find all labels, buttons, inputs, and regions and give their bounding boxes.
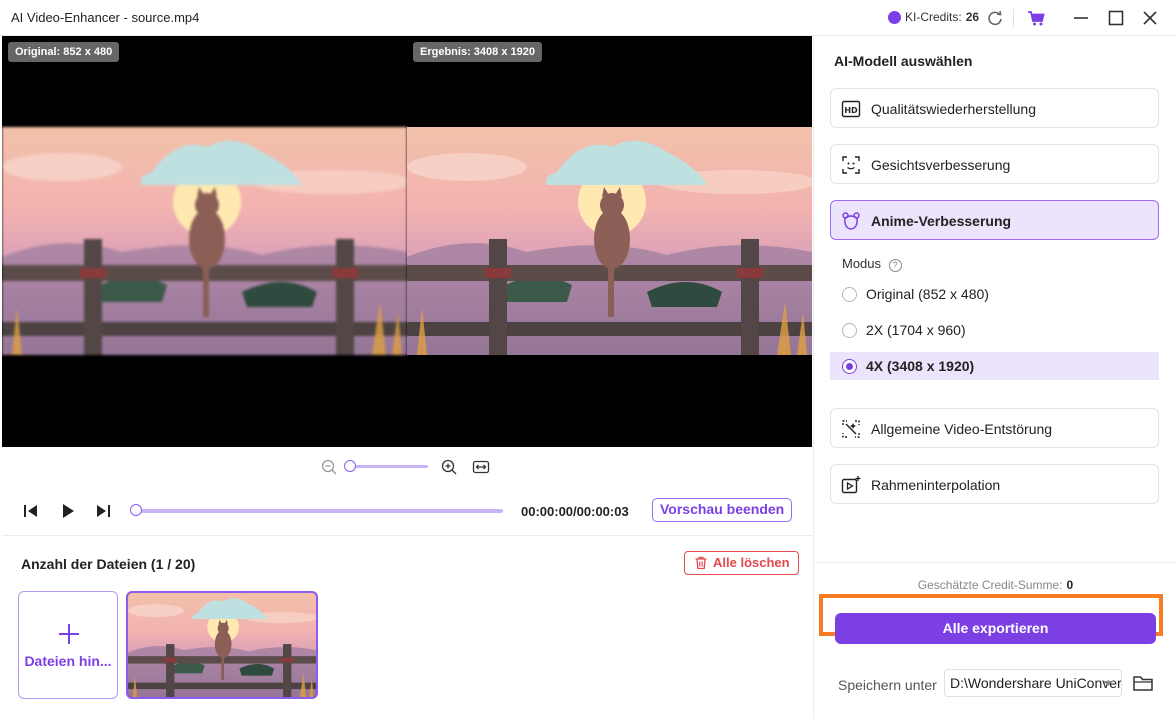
previous-frame-icon[interactable]	[21, 501, 41, 521]
mode-option-4x[interactable]: 4X (3408 x 1920)	[830, 352, 1159, 380]
model-quality-restoration[interactable]: HD Qualitätswiederherstellung	[830, 88, 1159, 128]
section-divider	[2, 535, 812, 536]
panel-title: AI-Modell auswählen	[834, 53, 973, 69]
next-frame-icon[interactable]	[93, 501, 113, 521]
add-files-label: Dateien hin...	[24, 653, 112, 669]
model-frame-interpolation[interactable]: Rahmeninterpolation	[830, 464, 1159, 504]
mode-option-label: 4X (3408 x 1920)	[866, 358, 975, 374]
stop-preview-button[interactable]: Vorschau beenden	[652, 498, 793, 522]
credit-sum-label: Geschätzte Credit-Summe:	[917, 578, 1063, 592]
fit-width-icon[interactable]	[472, 458, 490, 476]
chevron-down-icon	[1103, 681, 1113, 686]
mode-option-label: Original (852 x 480)	[866, 286, 989, 302]
model-label: Anime-Verbesserung	[871, 213, 1012, 229]
enhanced-frame	[407, 127, 812, 355]
model-label: Qualitätswiederherstellung	[871, 101, 1036, 117]
playback-time: 00:00:00/00:00:03	[521, 504, 629, 519]
save-location-select[interactable]: D:\Wondershare UniConverter	[944, 669, 1122, 697]
credit-sum-value: 0	[1066, 578, 1074, 592]
close-icon[interactable]	[1140, 8, 1160, 28]
mode-options: Modus ? Original (852 x 480) 2X (1704 x …	[830, 240, 1159, 392]
credits-value: 26	[965, 10, 980, 24]
credit-gem-icon	[888, 10, 901, 24]
zoom-out-icon[interactable]	[320, 458, 338, 476]
plus-icon	[59, 624, 79, 644]
zoom-controls	[320, 457, 500, 477]
anime-bear-icon	[842, 212, 860, 230]
cart-icon[interactable]	[1026, 8, 1046, 28]
mode-label-text: Modus	[842, 256, 882, 271]
clear-all-label: Alle löschen	[713, 555, 790, 570]
model-video-denoise[interactable]: Allgemeine Video-Entstörung	[830, 408, 1159, 448]
player-controls: 00:00:00/00:00:03 Vorschau beenden	[0, 498, 812, 524]
playback-progress-bar[interactable]	[136, 509, 503, 513]
play-icon[interactable]	[58, 501, 78, 521]
save-location-label: Speichern unter	[838, 677, 937, 693]
maximize-icon[interactable]	[1106, 8, 1126, 28]
mode-option-2x[interactable]: 2X (1704 x 960)	[830, 316, 1159, 344]
face-scan-icon	[842, 156, 860, 174]
model-face-enhancement[interactable]: Gesichtsverbesserung	[830, 144, 1159, 184]
title-separator	[1013, 9, 1014, 27]
video-preview[interactable]: Original: 852 x 480 Ergebnis: 3408 x 192…	[2, 36, 812, 447]
refresh-icon[interactable]	[985, 8, 1005, 28]
radio-button[interactable]	[842, 323, 857, 338]
title-bar: AI Video-Enhancer - source.mp4 KI-Credit…	[0, 0, 1176, 36]
mode-label: Modus ?	[842, 256, 902, 272]
export-all-button[interactable]: Alle exportieren	[835, 613, 1156, 644]
save-location-value: D:\Wondershare UniConverter	[950, 675, 1122, 691]
help-icon[interactable]: ?	[888, 259, 902, 272]
zoom-slider-handle[interactable]	[344, 460, 356, 472]
mode-option-label: 2X (1704 x 960)	[866, 322, 966, 338]
window-title: AI Video-Enhancer - source.mp4	[11, 10, 200, 25]
original-resolution-badge: Original: 852 x 480	[8, 42, 120, 62]
denoise-icon	[842, 420, 860, 438]
add-files-button[interactable]: Dateien hin...	[18, 591, 118, 699]
model-anime-enhancement[interactable]: Anime-Verbesserung	[830, 200, 1159, 240]
model-label: Allgemeine Video-Entstörung	[871, 421, 1053, 437]
trash-icon	[695, 556, 707, 570]
clear-all-button[interactable]: Alle löschen	[684, 551, 799, 575]
radio-button[interactable]	[842, 287, 857, 302]
radio-button[interactable]	[842, 359, 857, 374]
original-frame	[2, 127, 407, 355]
credits-label: KI-Credits:	[905, 10, 962, 24]
frame-interpolation-icon	[841, 476, 861, 494]
model-label: Rahmeninterpolation	[871, 477, 1001, 493]
credits-indicator: KI-Credits: 26	[888, 10, 979, 24]
hd-icon: HD	[841, 100, 861, 118]
panel-divider	[814, 562, 1176, 563]
svg-text:HD: HD	[844, 106, 858, 115]
video-thumbnail[interactable]	[126, 591, 318, 699]
thumbnail-image	[128, 593, 316, 697]
result-resolution-badge: Ergebnis: 3408 x 1920	[413, 42, 542, 62]
model-panel: AI-Modell auswählen HD Qualitätswiederhe…	[813, 36, 1176, 719]
zoom-slider-track[interactable]	[350, 465, 428, 468]
folder-icon[interactable]	[1132, 672, 1154, 694]
file-count-title: Anzahl der Dateien (1 / 20)	[21, 556, 196, 572]
zoom-in-icon[interactable]	[440, 458, 458, 476]
minimize-icon[interactable]	[1071, 8, 1091, 28]
model-label: Gesichtsverbesserung	[871, 157, 1011, 173]
playback-progress-handle[interactable]	[130, 504, 142, 516]
estimated-credit-sum: Geschätzte Credit-Summe: 0	[814, 578, 1176, 592]
mode-option-original[interactable]: Original (852 x 480)	[830, 280, 1159, 308]
